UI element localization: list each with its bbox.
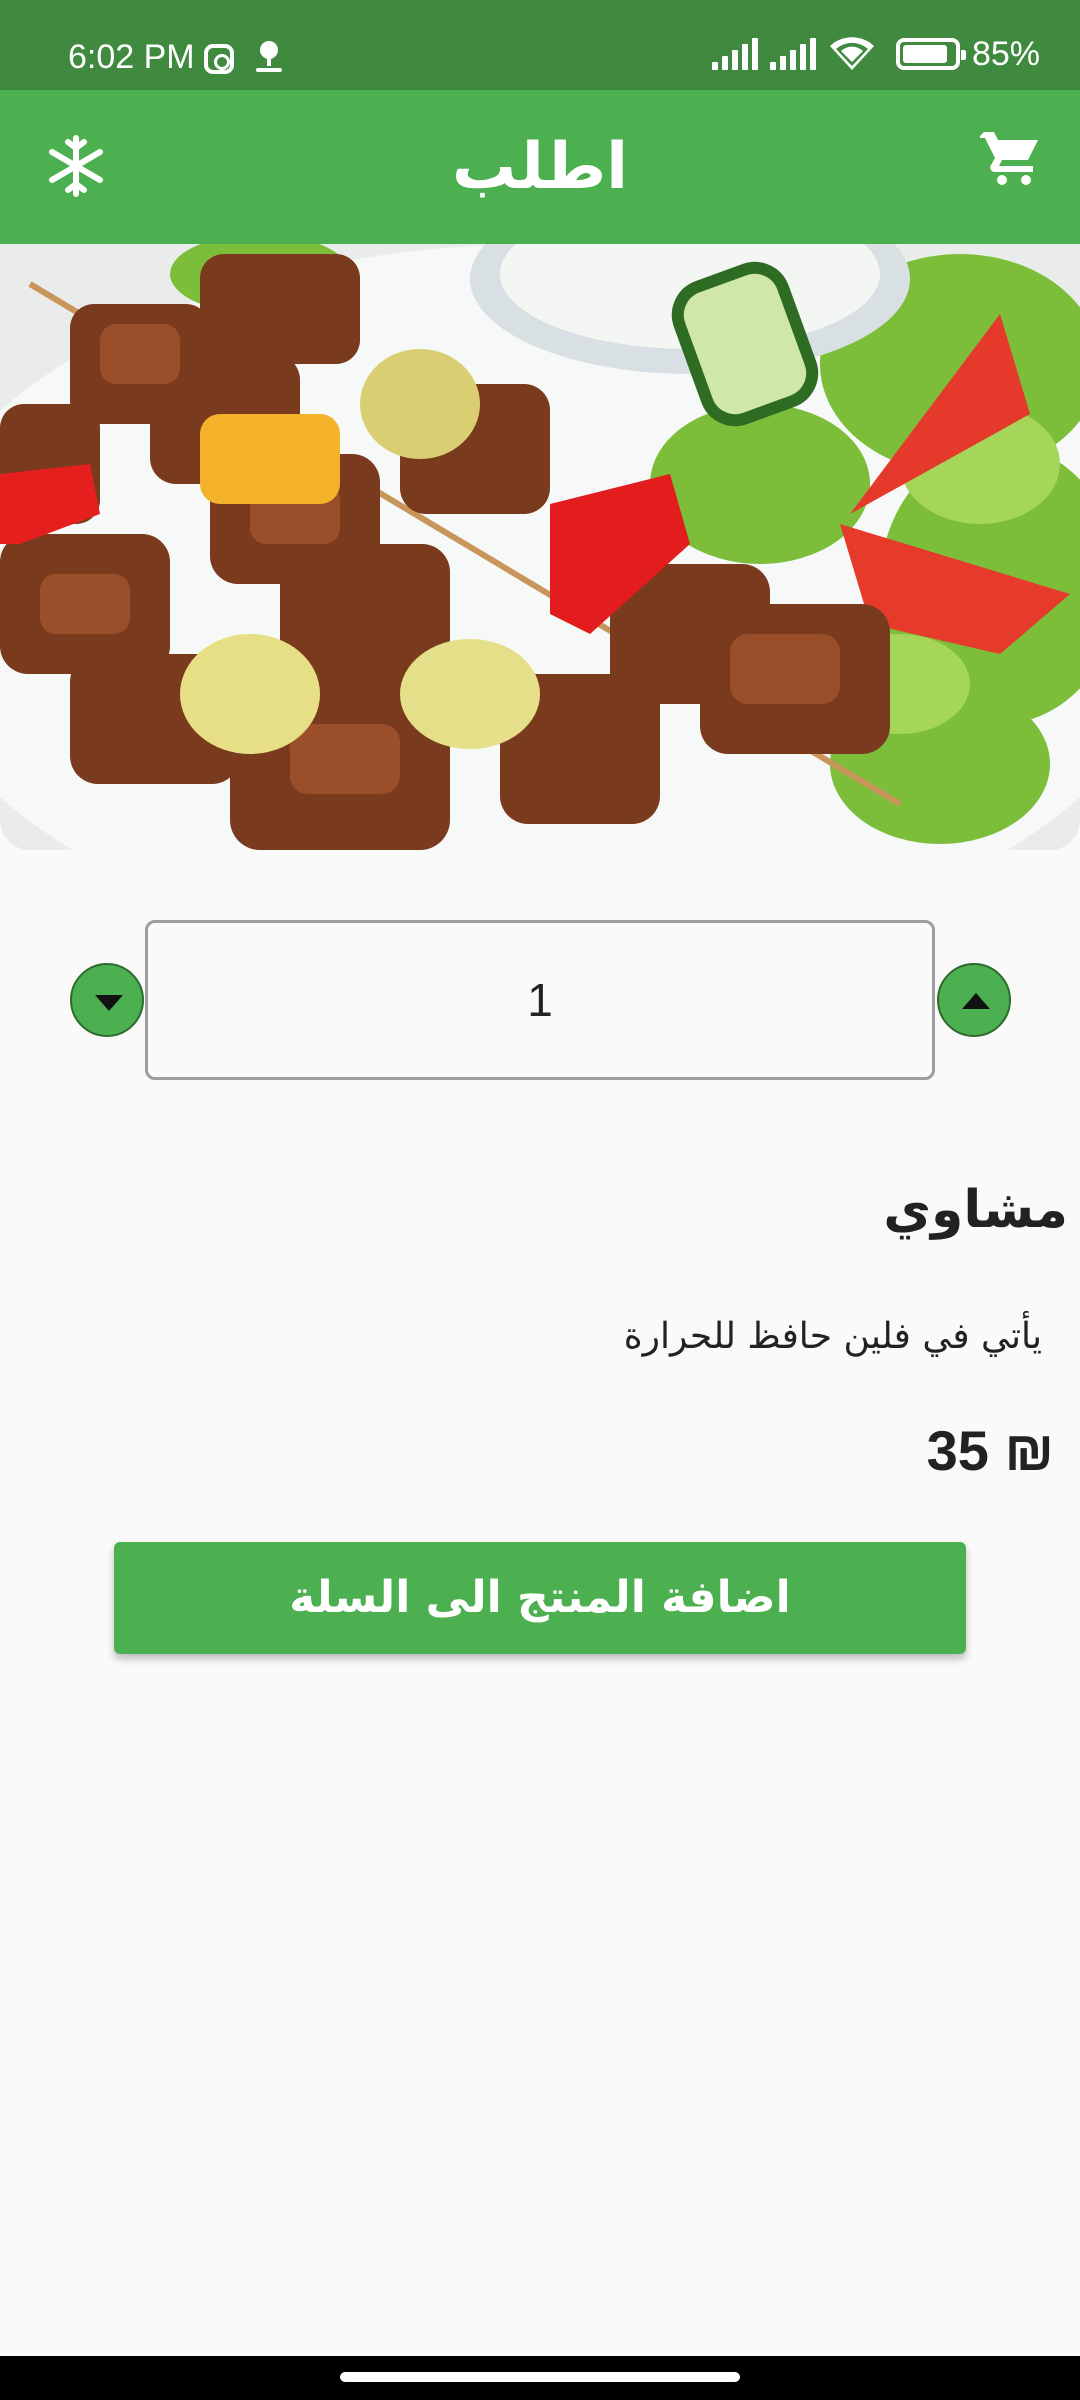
decrease-quantity-button[interactable] — [70, 963, 144, 1037]
navigation-bar — [0, 2356, 1080, 2400]
app-bar: اطلب — [0, 90, 1080, 244]
wifi-icon — [829, 37, 874, 70]
status-icons: 85% — [711, 34, 1040, 74]
quantity-field[interactable]: 1 — [145, 920, 935, 1080]
product-name: مشاوي — [883, 1180, 1068, 1240]
signal-icon — [769, 38, 816, 70]
product-image — [0, 244, 1080, 850]
triangle-down-icon — [95, 995, 123, 1011]
home-handle[interactable] — [340, 2372, 740, 2382]
battery-level: 85% — [971, 34, 1040, 73]
increase-quantity-button[interactable] — [937, 963, 1011, 1037]
battery-icon — [895, 38, 966, 70]
instagram-icon — [204, 44, 234, 74]
status-bar: 6:02 PM 85% — [0, 0, 1080, 90]
cart-icon[interactable] — [980, 126, 1044, 190]
page-title: اطلب — [451, 130, 629, 204]
signal-icon — [711, 38, 758, 70]
add-to-cart-button[interactable]: اضافة المنتج الى السلة — [114, 1542, 966, 1654]
product-description: يأتي في فلين حافظ للحرارة — [623, 1316, 1042, 1357]
triangle-up-icon — [962, 993, 990, 1009]
status-time: 6:02 PM — [68, 38, 195, 76]
app-notification-icon — [256, 41, 282, 72]
product-price: 35 ₪ — [926, 1419, 1054, 1482]
